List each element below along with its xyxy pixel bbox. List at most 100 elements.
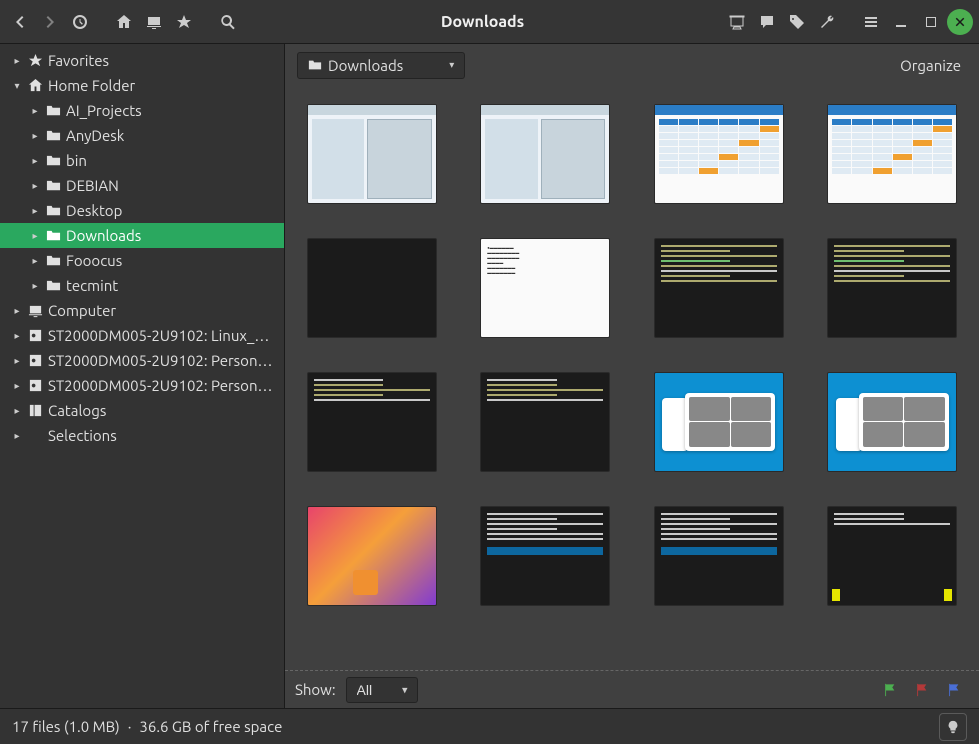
file-thumbnail[interactable] [297, 238, 447, 338]
favorites-button[interactable] [170, 8, 198, 36]
expand-arrow-icon[interactable]: ▸ [10, 355, 24, 367]
breadcrumb-bar: Downloads ▾ Organize [285, 44, 979, 86]
expand-arrow-icon[interactable]: ▸ [10, 430, 24, 442]
status-file-count: 17 files (1.0 MB) [12, 718, 120, 735]
sidebar-item-desktop[interactable]: ▸Desktop [0, 198, 284, 223]
comment-button[interactable] [753, 8, 781, 36]
sidebar-item-label: Downloads [66, 227, 141, 244]
expand-arrow-icon[interactable]: ▸ [10, 405, 24, 417]
file-thumbnail[interactable] [817, 104, 967, 204]
sidebar-item-computer[interactable]: ▸ Computer [0, 298, 284, 323]
disk-icon [26, 328, 44, 343]
file-thumbnail[interactable] [817, 372, 967, 472]
sidebar-item-ai-projects[interactable]: ▸ AI_Projects [0, 98, 284, 123]
flag-red[interactable] [915, 683, 929, 697]
file-thumbnail[interactable] [817, 238, 967, 338]
file-thumbnail[interactable] [644, 238, 794, 338]
title-bar: Downloads [0, 0, 979, 44]
home-button[interactable] [110, 8, 138, 36]
file-thumbnail[interactable] [470, 506, 620, 606]
sidebar-item-label: bin [66, 152, 87, 169]
expand-arrow-icon[interactable]: ▸ [28, 155, 42, 167]
file-thumbnail[interactable] [297, 506, 447, 606]
computer-button[interactable] [140, 8, 168, 36]
file-thumbnail[interactable] [297, 372, 447, 472]
close-button[interactable] [947, 9, 973, 35]
history-button[interactable] [66, 8, 94, 36]
sidebar-item-label: DEBIAN [66, 177, 119, 194]
sidebar-item-debian[interactable]: ▸ DEBIAN [0, 173, 284, 198]
sidebar-item-catalogs[interactable]: ▸ Catalogs [0, 398, 284, 423]
file-thumbnail[interactable] [470, 104, 620, 204]
folder-icon [44, 278, 62, 293]
expand-arrow-icon[interactable]: ▸ [28, 105, 42, 117]
maximize-button[interactable] [917, 8, 945, 36]
flag-blue[interactable] [947, 683, 961, 697]
folder-icon [44, 153, 62, 168]
expand-arrow-icon[interactable]: ▸ [10, 330, 24, 342]
sidebar-item-label: AnyDesk [66, 127, 124, 144]
organize-button[interactable]: Organize [894, 53, 967, 78]
expand-arrow-icon[interactable]: ▾ [10, 80, 24, 92]
home-icon [26, 78, 44, 93]
sidebar-item-anydesk[interactable]: ▸ AnyDesk [0, 123, 284, 148]
expand-arrow-icon[interactable]: ▸ [28, 180, 42, 192]
sidebar-item-tecmint[interactable]: ▸tecmint [0, 273, 284, 298]
file-thumbnail[interactable] [644, 372, 794, 472]
expand-arrow-icon[interactable]: ▸ [10, 55, 24, 67]
star-icon [26, 53, 44, 68]
tag-button[interactable] [783, 8, 811, 36]
folder-icon [44, 128, 62, 143]
sidebar-item-favorites[interactable]: ▸Favorites [0, 48, 284, 73]
sidebar-item-downloads[interactable]: ▸ Downloads [0, 223, 284, 248]
sidebar-item-label: ST2000DM005-2U9102: Linux_… [48, 327, 269, 344]
breadcrumb-current[interactable]: Downloads ▾ [297, 52, 465, 79]
expand-arrow-icon[interactable]: ▸ [10, 305, 24, 317]
tools-button[interactable] [813, 8, 841, 36]
chevron-down-icon: ▾ [449, 59, 454, 71]
search-button[interactable] [214, 8, 242, 36]
sidebar: ▸Favorites ▾ Home Folder ▸ AI_Projects ▸ AnyDe… [0, 44, 285, 708]
sidebar-item-bin[interactable]: ▸ bin [0, 148, 284, 173]
sidebar-item-label: Fooocus [66, 252, 122, 269]
sidebar-item-label: Home Folder [48, 77, 135, 94]
minimize-button[interactable] [887, 8, 915, 36]
back-button[interactable] [6, 8, 34, 36]
expand-arrow-icon[interactable]: ▸ [28, 255, 42, 267]
menu-button[interactable] [857, 8, 885, 36]
forward-button[interactable] [36, 8, 64, 36]
flag-green[interactable] [883, 683, 897, 697]
status-bar: 17 files (1.0 MB) · 36.6 GB of free spac… [0, 708, 979, 744]
sidebar-item-st2000dm005-2u9102-person[interactable]: ▸ST2000DM005-2U9102: Person… [0, 373, 284, 398]
sidebar-item-st2000dm005-2u9102-person[interactable]: ▸ ST2000DM005-2U9102: Person… [0, 348, 284, 373]
expand-arrow-icon[interactable]: ▸ [28, 130, 42, 142]
file-thumbnail[interactable] [817, 506, 967, 606]
sidebar-item-label: Catalogs [48, 402, 106, 419]
sidebar-item-st2000dm005-2u9102-linux[interactable]: ▸ ST2000DM005-2U9102: Linux_… [0, 323, 284, 348]
file-thumbnail[interactable] [470, 372, 620, 472]
flag-area [883, 683, 969, 697]
thumbnail-grid: ●▬▬▬▬▬▬▬▬▬▬▬▬▬▬▬▬▬▬▬▬▬▬▬▬▬▬▬▬▬▬▬▬▬▬▬▬▬▬▬… [285, 86, 979, 670]
expand-arrow-icon[interactable]: ▸ [28, 230, 42, 242]
file-thumbnail[interactable]: ●▬▬▬▬▬▬▬▬▬▬▬▬▬▬▬▬▬▬▬▬▬▬▬▬▬▬▬▬▬▬▬▬▬▬▬▬▬▬▬… [470, 238, 620, 338]
sidebar-item-label: Computer [48, 302, 116, 319]
hint-button[interactable] [939, 713, 967, 741]
file-thumbnail[interactable] [297, 104, 447, 204]
sidebar-item-label: AI_Projects [66, 102, 142, 119]
status-free-space: 36.6 GB of free space [139, 718, 282, 735]
sidebar-item-home-folder[interactable]: ▾ Home Folder [0, 73, 284, 98]
sidebar-item-label: ST2000DM005-2U9102: Person… [48, 352, 272, 369]
computer-icon [26, 303, 44, 318]
expand-arrow-icon[interactable]: ▸ [28, 280, 42, 292]
disk-icon [26, 353, 44, 368]
show-select[interactable]: All [346, 677, 418, 703]
sidebar-item-selections[interactable]: ▸Selections [0, 423, 284, 448]
expand-arrow-icon[interactable]: ▸ [10, 380, 24, 392]
folder-icon [44, 178, 62, 193]
sidebar-item-fooocus[interactable]: ▸ Fooocus [0, 248, 284, 273]
breadcrumb-label: Downloads [328, 57, 403, 74]
file-thumbnail[interactable] [644, 104, 794, 204]
slideshow-button[interactable] [723, 8, 751, 36]
expand-arrow-icon[interactable]: ▸ [28, 205, 42, 217]
file-thumbnail[interactable] [644, 506, 794, 606]
